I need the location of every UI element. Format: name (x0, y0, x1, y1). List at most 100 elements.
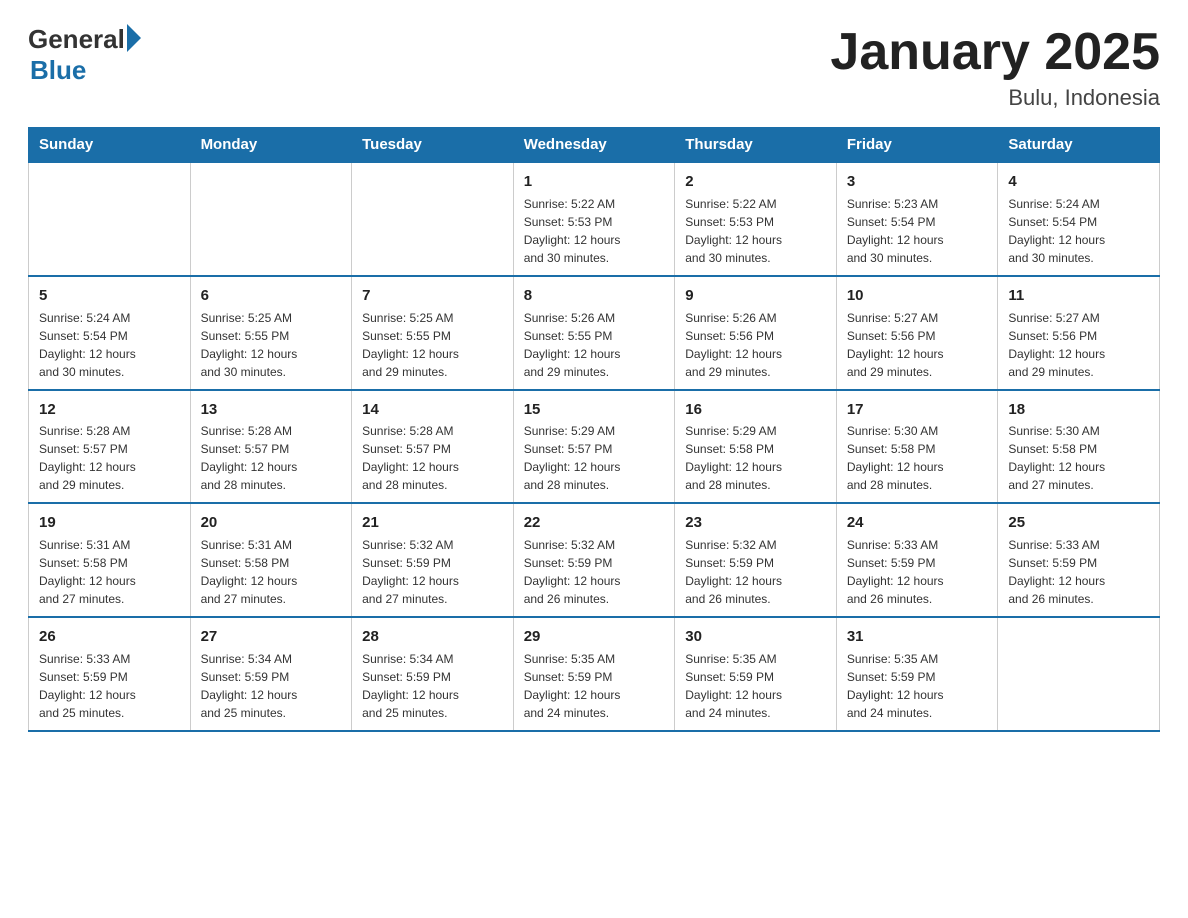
day-info: Sunrise: 5:23 AMSunset: 5:54 PMDaylight:… (847, 195, 988, 267)
calendar-cell: 30Sunrise: 5:35 AMSunset: 5:59 PMDayligh… (675, 617, 837, 731)
day-number: 26 (39, 626, 180, 648)
calendar-cell: 15Sunrise: 5:29 AMSunset: 5:57 PMDayligh… (513, 390, 675, 504)
logo-general-text: General (28, 24, 125, 55)
day-number: 12 (39, 399, 180, 421)
logo-arrow-icon (127, 24, 141, 52)
day-info: Sunrise: 5:32 AMSunset: 5:59 PMDaylight:… (362, 536, 503, 608)
calendar-cell: 13Sunrise: 5:28 AMSunset: 5:57 PMDayligh… (190, 390, 352, 504)
calendar-cell (29, 162, 191, 276)
calendar-cell (998, 617, 1160, 731)
calendar-week-row: 26Sunrise: 5:33 AMSunset: 5:59 PMDayligh… (29, 617, 1160, 731)
page-header: General Blue January 2025 Bulu, Indonesi… (28, 24, 1160, 111)
calendar-cell: 10Sunrise: 5:27 AMSunset: 5:56 PMDayligh… (836, 276, 998, 390)
logo: General Blue (28, 24, 141, 86)
calendar-cell: 17Sunrise: 5:30 AMSunset: 5:58 PMDayligh… (836, 390, 998, 504)
day-number: 19 (39, 512, 180, 534)
calendar-cell: 8Sunrise: 5:26 AMSunset: 5:55 PMDaylight… (513, 276, 675, 390)
calendar-cell: 22Sunrise: 5:32 AMSunset: 5:59 PMDayligh… (513, 503, 675, 617)
calendar-cell: 28Sunrise: 5:34 AMSunset: 5:59 PMDayligh… (352, 617, 514, 731)
day-number: 11 (1008, 285, 1149, 307)
day-number: 13 (201, 399, 342, 421)
calendar-week-row: 12Sunrise: 5:28 AMSunset: 5:57 PMDayligh… (29, 390, 1160, 504)
calendar-day-header: Tuesday (352, 128, 514, 163)
day-info: Sunrise: 5:22 AMSunset: 5:53 PMDaylight:… (685, 195, 826, 267)
day-number: 24 (847, 512, 988, 534)
day-info: Sunrise: 5:34 AMSunset: 5:59 PMDaylight:… (201, 650, 342, 722)
logo-blue-text: Blue (30, 55, 141, 86)
calendar-cell: 29Sunrise: 5:35 AMSunset: 5:59 PMDayligh… (513, 617, 675, 731)
day-info: Sunrise: 5:32 AMSunset: 5:59 PMDaylight:… (524, 536, 665, 608)
day-info: Sunrise: 5:26 AMSunset: 5:55 PMDaylight:… (524, 309, 665, 381)
day-info: Sunrise: 5:27 AMSunset: 5:56 PMDaylight:… (847, 309, 988, 381)
calendar-cell: 24Sunrise: 5:33 AMSunset: 5:59 PMDayligh… (836, 503, 998, 617)
day-number: 9 (685, 285, 826, 307)
calendar-day-header: Friday (836, 128, 998, 163)
day-number: 25 (1008, 512, 1149, 534)
day-number: 15 (524, 399, 665, 421)
calendar-cell: 14Sunrise: 5:28 AMSunset: 5:57 PMDayligh… (352, 390, 514, 504)
calendar-cell: 26Sunrise: 5:33 AMSunset: 5:59 PMDayligh… (29, 617, 191, 731)
calendar-cell (352, 162, 514, 276)
calendar-cell (190, 162, 352, 276)
calendar-day-header: Sunday (29, 128, 191, 163)
day-info: Sunrise: 5:35 AMSunset: 5:59 PMDaylight:… (847, 650, 988, 722)
calendar-cell: 19Sunrise: 5:31 AMSunset: 5:58 PMDayligh… (29, 503, 191, 617)
calendar-week-row: 19Sunrise: 5:31 AMSunset: 5:58 PMDayligh… (29, 503, 1160, 617)
calendar-header-row: SundayMondayTuesdayWednesdayThursdayFrid… (29, 128, 1160, 163)
calendar-week-row: 5Sunrise: 5:24 AMSunset: 5:54 PMDaylight… (29, 276, 1160, 390)
calendar-cell: 12Sunrise: 5:28 AMSunset: 5:57 PMDayligh… (29, 390, 191, 504)
day-info: Sunrise: 5:30 AMSunset: 5:58 PMDaylight:… (847, 422, 988, 494)
calendar-cell: 31Sunrise: 5:35 AMSunset: 5:59 PMDayligh… (836, 617, 998, 731)
calendar-day-header: Monday (190, 128, 352, 163)
calendar-cell: 3Sunrise: 5:23 AMSunset: 5:54 PMDaylight… (836, 162, 998, 276)
day-number: 20 (201, 512, 342, 534)
day-number: 21 (362, 512, 503, 534)
day-number: 29 (524, 626, 665, 648)
day-number: 28 (362, 626, 503, 648)
calendar-cell: 11Sunrise: 5:27 AMSunset: 5:56 PMDayligh… (998, 276, 1160, 390)
calendar-day-header: Thursday (675, 128, 837, 163)
calendar-subtitle: Bulu, Indonesia (830, 85, 1160, 111)
day-info: Sunrise: 5:28 AMSunset: 5:57 PMDaylight:… (39, 422, 180, 494)
day-number: 3 (847, 171, 988, 193)
calendar-cell: 20Sunrise: 5:31 AMSunset: 5:58 PMDayligh… (190, 503, 352, 617)
day-number: 31 (847, 626, 988, 648)
day-info: Sunrise: 5:28 AMSunset: 5:57 PMDaylight:… (201, 422, 342, 494)
day-info: Sunrise: 5:25 AMSunset: 5:55 PMDaylight:… (201, 309, 342, 381)
day-number: 10 (847, 285, 988, 307)
calendar-table: SundayMondayTuesdayWednesdayThursdayFrid… (28, 127, 1160, 732)
day-number: 1 (524, 171, 665, 193)
day-number: 7 (362, 285, 503, 307)
calendar-day-header: Saturday (998, 128, 1160, 163)
calendar-cell: 7Sunrise: 5:25 AMSunset: 5:55 PMDaylight… (352, 276, 514, 390)
calendar-cell: 6Sunrise: 5:25 AMSunset: 5:55 PMDaylight… (190, 276, 352, 390)
day-number: 30 (685, 626, 826, 648)
calendar-cell: 5Sunrise: 5:24 AMSunset: 5:54 PMDaylight… (29, 276, 191, 390)
day-info: Sunrise: 5:29 AMSunset: 5:57 PMDaylight:… (524, 422, 665, 494)
calendar-title: January 2025 (830, 24, 1160, 81)
day-number: 4 (1008, 171, 1149, 193)
calendar-cell: 4Sunrise: 5:24 AMSunset: 5:54 PMDaylight… (998, 162, 1160, 276)
day-info: Sunrise: 5:27 AMSunset: 5:56 PMDaylight:… (1008, 309, 1149, 381)
day-info: Sunrise: 5:33 AMSunset: 5:59 PMDaylight:… (1008, 536, 1149, 608)
day-info: Sunrise: 5:30 AMSunset: 5:58 PMDaylight:… (1008, 422, 1149, 494)
day-info: Sunrise: 5:24 AMSunset: 5:54 PMDaylight:… (1008, 195, 1149, 267)
day-info: Sunrise: 5:26 AMSunset: 5:56 PMDaylight:… (685, 309, 826, 381)
calendar-cell: 16Sunrise: 5:29 AMSunset: 5:58 PMDayligh… (675, 390, 837, 504)
calendar-cell: 25Sunrise: 5:33 AMSunset: 5:59 PMDayligh… (998, 503, 1160, 617)
day-number: 8 (524, 285, 665, 307)
day-info: Sunrise: 5:29 AMSunset: 5:58 PMDaylight:… (685, 422, 826, 494)
day-info: Sunrise: 5:33 AMSunset: 5:59 PMDaylight:… (39, 650, 180, 722)
calendar-cell: 1Sunrise: 5:22 AMSunset: 5:53 PMDaylight… (513, 162, 675, 276)
day-info: Sunrise: 5:35 AMSunset: 5:59 PMDaylight:… (685, 650, 826, 722)
day-number: 23 (685, 512, 826, 534)
title-area: January 2025 Bulu, Indonesia (830, 24, 1160, 111)
day-number: 22 (524, 512, 665, 534)
calendar-cell: 9Sunrise: 5:26 AMSunset: 5:56 PMDaylight… (675, 276, 837, 390)
calendar-day-header: Wednesday (513, 128, 675, 163)
day-number: 16 (685, 399, 826, 421)
day-info: Sunrise: 5:28 AMSunset: 5:57 PMDaylight:… (362, 422, 503, 494)
day-info: Sunrise: 5:34 AMSunset: 5:59 PMDaylight:… (362, 650, 503, 722)
day-number: 6 (201, 285, 342, 307)
day-info: Sunrise: 5:25 AMSunset: 5:55 PMDaylight:… (362, 309, 503, 381)
